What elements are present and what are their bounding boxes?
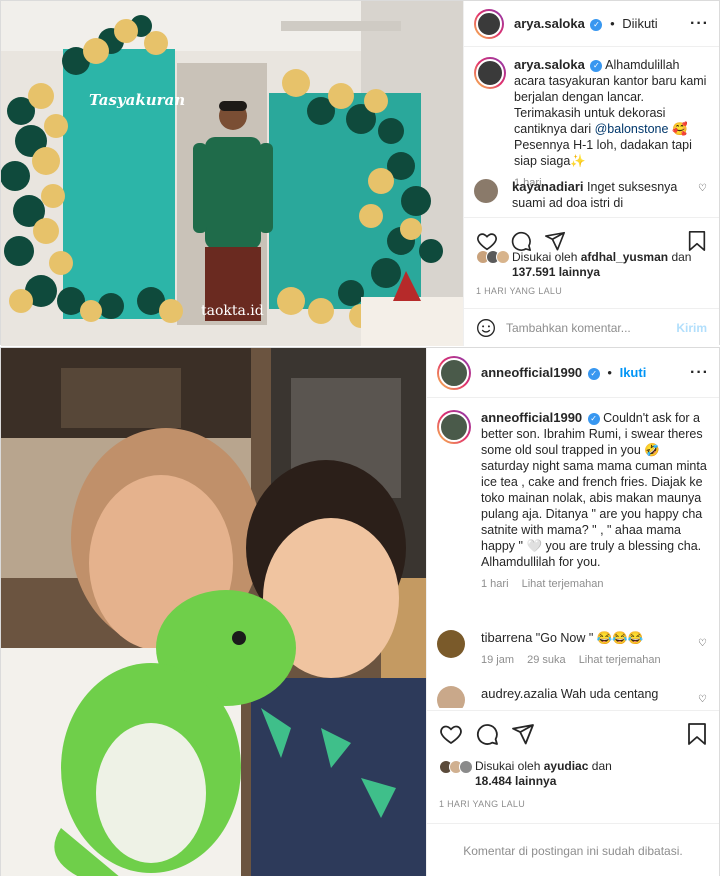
- username-link[interactable]: arya.saloka: [514, 16, 585, 31]
- bookmark-icon[interactable]: [687, 722, 707, 746]
- caption-username[interactable]: anneofficial1990: [481, 410, 582, 425]
- caption-body-text: Couldn't ask for a better son. Ibrahim R…: [481, 411, 707, 569]
- likes-summary: Disukai oleh afdhal_yusman dan 137.591 l…: [476, 250, 707, 280]
- comment-body: Wah uda centang: [560, 687, 659, 701]
- comment-like-icon[interactable]: ♡: [698, 183, 707, 194]
- photo-scene: [1, 348, 426, 876]
- comment-row: audrey.azalia Wah uda centang ♡: [437, 686, 707, 708]
- post-sidebar: arya.saloka ✓ • Diikuti ··· arya.saloka …: [463, 1, 719, 346]
- comment-time: 19 jam: [481, 654, 515, 666]
- caption: anneofficial1990 ✓ Couldn't ask for a be…: [437, 410, 707, 590]
- avatar[interactable]: [474, 57, 506, 89]
- comment-content: tibarrena "Go Now " 😂😂😂 19 jam 29 suka L…: [481, 630, 671, 666]
- heart-icon[interactable]: [476, 230, 498, 252]
- caption-text: arya.saloka ✓ Alhamdulillah acara tasyak…: [514, 57, 707, 169]
- comment-translate[interactable]: Lihat terjemahan: [579, 654, 661, 666]
- liked-by-user[interactable]: afdhal_yusman: [581, 250, 668, 264]
- likes-count[interactable]: 18.484 lainnya: [475, 774, 556, 788]
- username-link[interactable]: anneofficial1990: [481, 365, 582, 380]
- caption-meta: 1 hari Lihat terjemahan: [481, 578, 707, 590]
- liked-by-user[interactable]: ayudiac: [544, 759, 589, 773]
- post-anne: anneofficial1990 ✓ • Ikuti ··· anneoffic…: [0, 347, 720, 876]
- see-translation-link[interactable]: Lihat terjemahan: [522, 578, 604, 590]
- comments-limited-notice: Komentar di postingan ini sudah dibatasi…: [427, 823, 719, 876]
- more-options-icon[interactable]: ···: [690, 364, 709, 382]
- avatar[interactable]: [437, 630, 465, 658]
- header-user-wrap: arya.saloka ✓ • Diikuti: [514, 16, 658, 31]
- caption-username[interactable]: arya.saloka: [514, 57, 585, 72]
- avatar[interactable]: [474, 179, 498, 203]
- liker-avatars: [439, 760, 473, 774]
- photo-watermark: taokta.id: [201, 303, 264, 319]
- post-date: 1 HARI YANG LALU: [476, 286, 562, 296]
- post-photo-tasyakuran[interactable]: Tasyakuran taokta.id: [1, 1, 463, 346]
- add-comment-bar: Tambahkan komentar... Kirim: [464, 308, 719, 346]
- post-header: anneofficial1990 ✓ • Ikuti ···: [427, 348, 719, 398]
- comment-text: audrey.azalia Wah uda centang: [481, 686, 658, 708]
- action-bar: [464, 217, 719, 253]
- share-icon[interactable]: [544, 230, 566, 252]
- likes-count[interactable]: 137.591 lainnya: [512, 265, 600, 279]
- comment-icon[interactable]: [475, 722, 499, 746]
- post-date: 1 HARI YANG LALU: [439, 799, 525, 809]
- comment-likes[interactable]: 29 suka: [527, 654, 566, 666]
- follow-button[interactable]: Ikuti: [620, 365, 647, 380]
- verified-icon: ✓: [587, 368, 600, 380]
- photo-sign-text: Tasyakuran: [89, 91, 186, 109]
- comment-meta: 19 jam 29 suka Lihat terjemahan: [481, 654, 671, 666]
- avatar[interactable]: [437, 410, 471, 444]
- likes-summary: Disukai oleh ayudiac dan 18.484 lainnya: [439, 759, 707, 789]
- action-bar: [427, 710, 719, 756]
- caption: arya.saloka ✓ Alhamdulillah acara tasyak…: [474, 57, 707, 189]
- more-options-icon[interactable]: ···: [690, 15, 709, 33]
- post-header: arya.saloka ✓ • Diikuti ···: [464, 1, 719, 47]
- liked-and: dan: [591, 759, 612, 773]
- liked-and: dan: [671, 250, 692, 264]
- comment-username[interactable]: audrey.azalia: [481, 686, 557, 701]
- verified-icon: ✓: [590, 60, 603, 72]
- post-photo-mother-son[interactable]: [1, 348, 426, 876]
- likes-text: Disukai oleh ayudiac dan 18.484 lainnya: [475, 759, 612, 789]
- liker-avatars: [476, 250, 510, 264]
- caption-text: anneofficial1990 ✓ Couldn't ask for a be…: [481, 410, 707, 570]
- caption-body: anneofficial1990 ✓ Couldn't ask for a be…: [481, 410, 707, 590]
- bookmark-icon[interactable]: [687, 230, 707, 252]
- following-button[interactable]: Diikuti: [622, 16, 657, 31]
- mention-link[interactable]: @balonstone: [595, 122, 669, 136]
- add-comment-input[interactable]: Tambahkan komentar...: [506, 321, 676, 335]
- send-button[interactable]: Kirim: [676, 321, 707, 335]
- caption-time: 1 hari: [481, 578, 509, 590]
- photo-scene: [1, 1, 463, 346]
- post-arya: Tasyakuran taokta.id arya.saloka ✓ • Dii…: [0, 0, 720, 346]
- comment-like-icon[interactable]: ♡: [698, 694, 707, 705]
- comment-body: "Go Now " 😂😂😂: [535, 631, 644, 645]
- post-sidebar: anneofficial1990 ✓ • Ikuti ··· anneoffic…: [426, 348, 719, 876]
- avatar[interactable]: [474, 8, 504, 39]
- separator-dot: •: [610, 16, 615, 31]
- comment-row: tibarrena "Go Now " 😂😂😂 19 jam 29 suka L…: [437, 630, 707, 666]
- header-user-wrap: anneofficial1990 ✓ • Ikuti: [481, 365, 646, 380]
- comment-icon[interactable]: [510, 230, 532, 252]
- emoji-icon[interactable]: [476, 318, 496, 338]
- likes-text: Disukai oleh afdhal_yusman dan 137.591 l…: [512, 250, 691, 280]
- verified-icon: ✓: [587, 413, 600, 425]
- share-icon[interactable]: [511, 722, 535, 746]
- comment-text: kayanadiari Inget suksesnya suami ad doa…: [512, 179, 707, 207]
- comment-row: kayanadiari Inget suksesnya suami ad doa…: [474, 179, 707, 207]
- liked-by-prefix: Disukai oleh: [475, 759, 541, 773]
- avatar[interactable]: [437, 355, 471, 390]
- comment-text: tibarrena "Go Now " 😂😂😂: [481, 630, 671, 646]
- heart-icon[interactable]: [439, 722, 463, 746]
- comment-username[interactable]: kayanadiari: [512, 179, 584, 194]
- verified-icon: ✓: [590, 19, 603, 31]
- liked-by-prefix: Disukai oleh: [512, 250, 578, 264]
- avatar[interactable]: [437, 686, 465, 708]
- comment-like-icon[interactable]: ♡: [698, 638, 707, 649]
- caption-body: arya.saloka ✓ Alhamdulillah acara tasyak…: [514, 57, 707, 189]
- comment-username[interactable]: tibarrena: [481, 630, 532, 645]
- separator-dot: •: [607, 365, 612, 380]
